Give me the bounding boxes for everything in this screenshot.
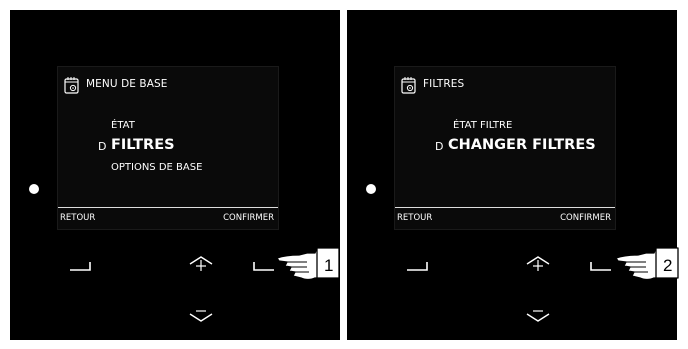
display-screen: MENU DE BASE ÉTAT D FILTRES OPTIONS DE B…: [57, 66, 279, 230]
screen-title: FILTRES: [423, 78, 465, 90]
confirm-key[interactable]: [587, 260, 613, 274]
calendar-gear-icon: [401, 77, 416, 94]
menu-item-changer-filtres[interactable]: CHANGER FILTRES: [448, 137, 596, 153]
pointing-hand-icon: 1: [276, 247, 340, 281]
control-panel-2: FILTRES ÉTAT FILTRE D CHANGER FILTRES RE…: [347, 10, 677, 340]
softkey-divider: [58, 207, 278, 208]
menu-item-etat-filtre[interactable]: ÉTAT FILTRE: [453, 120, 512, 131]
softkey-label-retour: RETOUR: [60, 213, 96, 223]
callout-number: 1: [324, 256, 333, 275]
menu-item-filtres[interactable]: FILTRES: [111, 137, 175, 153]
screen-title: MENU DE BASE: [86, 78, 168, 90]
status-led: [366, 184, 376, 194]
menu-item-etat[interactable]: ÉTAT: [111, 120, 135, 131]
softkey-label-retour: RETOUR: [397, 213, 433, 223]
softkey-label-confirmer: CONFIRMER: [560, 213, 611, 223]
selection-cursor: D: [98, 140, 107, 153]
display-screen: FILTRES ÉTAT FILTRE D CHANGER FILTRES RE…: [394, 66, 616, 230]
down-key[interactable]: [188, 306, 214, 326]
control-panel-1: MENU DE BASE ÉTAT D FILTRES OPTIONS DE B…: [10, 10, 340, 340]
back-key[interactable]: [68, 260, 94, 274]
status-led: [29, 184, 39, 194]
up-key[interactable]: [188, 254, 214, 274]
back-key[interactable]: [405, 260, 431, 274]
down-key[interactable]: [525, 306, 551, 326]
softkey-divider: [395, 207, 615, 208]
softkey-label-confirmer: CONFIRMER: [223, 213, 274, 223]
callout-number: 2: [663, 256, 672, 275]
calendar-gear-icon: [64, 77, 79, 94]
selection-cursor: D: [435, 140, 444, 153]
pointing-hand-icon: 2: [615, 247, 679, 281]
up-key[interactable]: [525, 254, 551, 274]
menu-item-options-de-base[interactable]: OPTIONS DE BASE: [111, 162, 202, 173]
